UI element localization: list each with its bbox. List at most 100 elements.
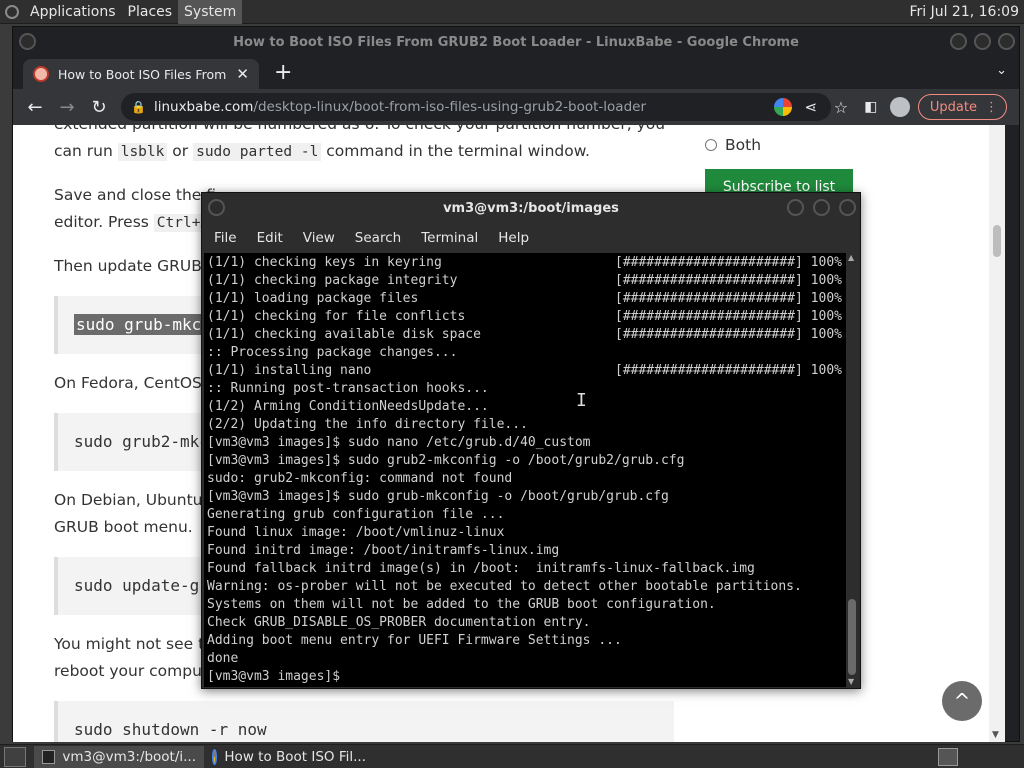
profile-avatar[interactable] <box>889 97 910 117</box>
terminal-line-text: [vm3@vm3 images]$ sudo grub-mkconfig -o … <box>207 489 669 504</box>
terminal-line-text: Check GRUB_DISABLE_OS_PROBER documentati… <box>207 615 591 630</box>
window-menu-button[interactable] <box>19 33 36 50</box>
terminal-line: done <box>207 650 845 668</box>
terminal-line: (2/2) Updating the info directory file..… <box>207 416 845 434</box>
menu-system[interactable]: System <box>178 0 243 24</box>
terminal-output[interactable]: (1/1) checking keys in keyring [#########… <box>204 253 848 687</box>
forward-icon[interactable]: → <box>51 97 83 118</box>
scroll-up-arrow-icon[interactable]: ▲ <box>848 253 854 262</box>
progress-bar-text: [######################] 100% <box>615 327 842 342</box>
terminal-line-text: Found linux image: /boot/vmlinuz-linux <box>207 525 505 540</box>
terminal-line: Warning: os-prober will not be executed … <box>207 578 845 596</box>
scroll-down-arrow-icon[interactable]: ▼ <box>992 730 999 740</box>
terminal-line-text: Systems on them will not be added to the… <box>207 597 716 612</box>
scroll-to-top-button[interactable]: ^ <box>942 681 982 721</box>
workspace-switcher[interactable] <box>938 747 958 766</box>
terminal-line: :: Running post-transaction hooks... <box>207 380 845 398</box>
terminal-line-text: [vm3@vm3 images]$ sudo grub2-mkconfig -o… <box>207 453 685 468</box>
terminal-line-text: Adding boot menu entry for UEFI Firmware… <box>207 633 622 648</box>
paragraph-text: On Debian, Ubuntu, L <box>54 491 221 509</box>
terminal-line: [vm3@vm3 images]$ sudo nano /etc/grub.d/… <box>207 434 845 452</box>
update-button[interactable]: Update ⋮ <box>917 94 1007 120</box>
bookmark-star-icon[interactable]: ☆ <box>830 98 852 117</box>
paragraph-text: or <box>167 142 194 160</box>
page-scrollbar[interactable]: ▼ <box>989 125 1005 742</box>
paragraph-text: editor. Press <box>54 213 154 231</box>
paragraph-text: command in the terminal window. <box>321 142 590 160</box>
menu-places[interactable]: Places <box>122 0 179 24</box>
reload-icon[interactable]: ↻ <box>83 97 115 118</box>
terminal-scrollbar[interactable]: ▲ ▼ <box>846 253 858 687</box>
paragraph-text: Save and close the fi <box>54 186 217 204</box>
back-icon[interactable]: ← <box>19 97 51 118</box>
terminal-line-text: done <box>207 651 239 666</box>
side-panel-icon[interactable]: ◧ <box>860 99 882 115</box>
menu-view[interactable]: View <box>303 230 335 246</box>
selected-code: sudo grub-mkco <box>74 314 213 335</box>
menu-applications[interactable]: Applications <box>24 0 122 24</box>
address-bar[interactable]: 🔒 linuxbabe.com /desktop-linux/boot-from… <box>121 93 831 121</box>
chrome-titlebar[interactable]: How to Boot ISO Files From GRUB2 Boot Lo… <box>13 27 1019 57</box>
terminal-line-text: (1/1) installing nano <box>207 363 372 378</box>
terminal-line-text: Found fallback initrd image(s) in /boot:… <box>207 561 755 576</box>
google-lens-icon[interactable] <box>773 98 792 116</box>
maximize-button[interactable] <box>813 199 830 216</box>
tab-close-icon[interactable]: ✕ <box>236 65 249 83</box>
show-desktop-button[interactable] <box>4 746 26 767</box>
maximize-button[interactable] <box>974 33 991 50</box>
terminal-line-text: Warning: os-prober will not be executed … <box>207 579 802 594</box>
terminal-line-text: (1/2) Arming ConditionNeedsUpdate... <box>207 399 489 414</box>
scrollbar-thumb[interactable] <box>993 225 1001 257</box>
minimize-button[interactable] <box>950 33 967 50</box>
lock-icon[interactable]: 🔒 <box>131 100 146 114</box>
terminal-line: [vm3@vm3 images]$ <box>207 668 845 686</box>
taskbar-item-chrome[interactable]: How to Boot ISO Fil... <box>204 746 374 768</box>
taskbar-item-terminal[interactable]: vm3@vm3:/boot/i... <box>34 745 204 768</box>
terminal-titlebar[interactable]: vm3@vm3:/boot/images <box>202 193 860 223</box>
terminal-line: Systems on them will not be added to the… <box>207 596 845 614</box>
text-cursor-icon: I <box>576 390 587 411</box>
radio-button[interactable] <box>705 139 717 151</box>
menu-edit[interactable]: Edit <box>257 230 283 246</box>
terminal-line-text: (2/2) Updating the info directory file..… <box>207 417 528 432</box>
inline-code-lsblk: lsblk <box>117 143 168 161</box>
terminal-title: vm3@vm3:/boot/images <box>443 200 619 216</box>
progress-bar-text: [######################] 100% <box>615 291 842 306</box>
terminal-line: sudo: grub2-mkconfig: command not found <box>207 470 845 488</box>
close-button[interactable] <box>998 33 1015 50</box>
new-tab-button[interactable]: + <box>274 59 292 87</box>
terminal-line: (1/1) loading package files [############… <box>207 290 845 308</box>
menu-file[interactable]: File <box>214 230 237 246</box>
terminal-line: (1/1) checking for file conflicts [######… <box>207 308 845 326</box>
url-host: linuxbabe.com <box>153 99 254 115</box>
radio-option-both[interactable]: Both <box>705 133 875 157</box>
chrome-icon <box>212 748 218 765</box>
update-button-label: Update <box>929 99 977 115</box>
minimize-button[interactable] <box>787 199 804 216</box>
linuxbabe-favicon-icon <box>33 66 49 82</box>
terminal-line-text: (1/1) checking package integrity <box>207 273 458 288</box>
terminal-line: (1/1) checking package integrity [#######… <box>207 272 845 290</box>
share-icon[interactable]: ⋖ <box>800 98 822 116</box>
terminal-line: Found linux image: /boot/vmlinuz-linux <box>207 524 845 542</box>
scroll-down-arrow-icon[interactable]: ▼ <box>848 677 854 686</box>
clock[interactable]: Fri Jul 21, 16:09 <box>909 4 1024 20</box>
terminal-line: (1/1) checking keys in keyring [#########… <box>207 254 845 272</box>
menu-help[interactable]: Help <box>498 230 529 246</box>
terminal-line-text: [vm3@vm3 images]$ sudo nano /etc/grub.d/… <box>207 435 591 450</box>
terminal-line-text: :: Processing package changes... <box>207 345 458 360</box>
terminal-icon <box>42 749 56 764</box>
menu-terminal[interactable]: Terminal <box>421 230 478 246</box>
terminal-window: vm3@vm3:/boot/images File Edit View Sear… <box>201 192 861 689</box>
window-menu-button[interactable] <box>208 199 225 216</box>
menu-search[interactable]: Search <box>355 230 401 246</box>
scrollbar-thumb[interactable] <box>848 599 856 675</box>
terminal-line-text: (1/1) loading package files <box>207 291 419 306</box>
distro-logo-icon[interactable] <box>0 0 24 24</box>
terminal-line: Check GRUB_DISABLE_OS_PROBER documentati… <box>207 614 845 632</box>
close-button[interactable] <box>839 199 856 216</box>
code-block-shutdown[interactable]: sudo shutdown -r now <box>54 701 674 742</box>
tab-linuxbabe[interactable]: How to Boot ISO Files From GRUB2 ✕ <box>23 59 259 89</box>
toolbar-actions: ⋖ ☆ ◧ Update ⋮ <box>773 93 1007 121</box>
tab-search-button[interactable]: ⌄ <box>996 63 1007 78</box>
